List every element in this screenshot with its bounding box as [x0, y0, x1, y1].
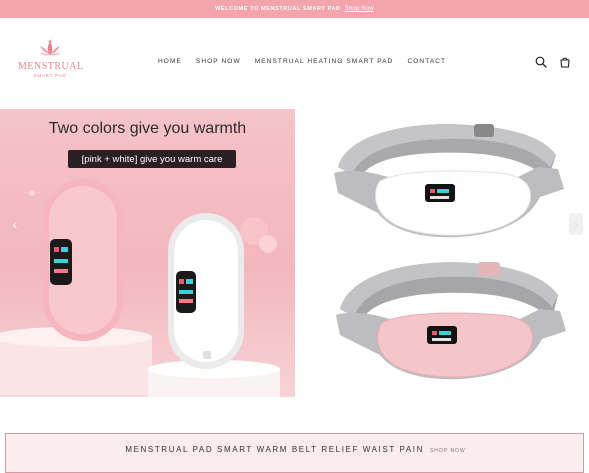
slideshow-next-button[interactable]: ›	[569, 213, 583, 235]
brand-logo[interactable]: MENSTRUAL SMART PAD	[18, 40, 84, 84]
nav-shop-now[interactable]: SHOP NOW	[196, 58, 241, 65]
promo-shop-link[interactable]: SHOP NOW	[430, 448, 466, 454]
chevron-left-icon: ‹	[12, 216, 18, 232]
search-icon[interactable]	[535, 56, 547, 68]
chevron-right-icon: ›	[573, 216, 579, 232]
announcement-text: WELCOME TO MENSTRUAL SMART PAD	[215, 6, 341, 12]
slideshow-prev-button[interactable]: ‹	[8, 213, 22, 235]
hero-illustration	[0, 179, 280, 397]
product-promo-bar[interactable]: MENSTRUAL PAD SMART WARM BELT RELIEF WAI…	[5, 433, 584, 473]
cart-icon[interactable]	[559, 56, 571, 68]
nav-home[interactable]: HOME	[158, 58, 182, 65]
hero-product-image-colors: Two colors give you warmth [pink + white…	[0, 109, 295, 397]
brand-subtitle: SMART PAD	[33, 73, 67, 78]
nav-menstrual-heating-smart-pad[interactable]: MENSTRUAL HEATING SMART PAD	[255, 58, 394, 65]
brand-name: MENSTRUAL	[18, 61, 84, 72]
hero-product-image-belts: ›	[308, 109, 589, 397]
hero-slideshow: Two colors give you warmth [pink + white…	[0, 109, 589, 397]
nav-contact[interactable]: CONTACT	[407, 58, 446, 65]
main-nav: HOME SHOP NOW MENSTRUAL HEATING SMART PA…	[158, 58, 446, 65]
site-header: MENSTRUAL SMART PAD HOME SHOP NOW MENSTR…	[0, 18, 589, 108]
shop-now-link[interactable]: Shop Now	[345, 6, 374, 12]
header-icons	[535, 56, 571, 68]
lotus-logo-icon	[39, 40, 61, 56]
announcement-bar: WELCOME TO MENSTRUAL SMART PAD Shop Now	[0, 0, 589, 18]
belt-illustration	[334, 124, 566, 380]
